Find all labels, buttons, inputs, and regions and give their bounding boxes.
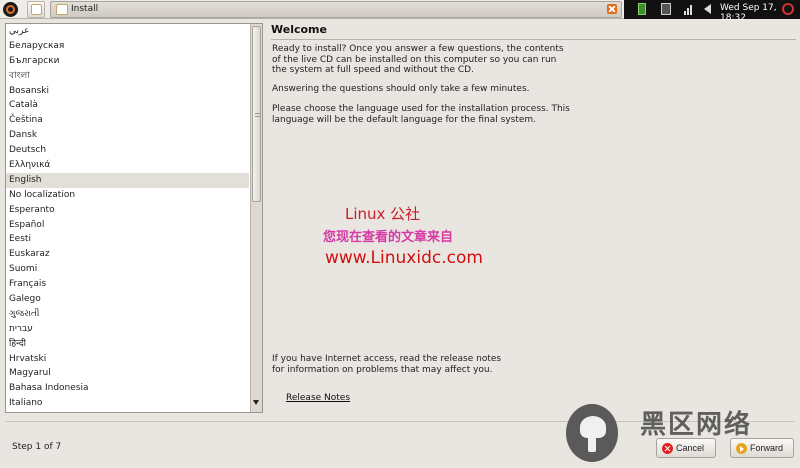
language-list-item[interactable]: ગુજરાતી	[6, 307, 249, 322]
power-icon[interactable]	[782, 3, 794, 15]
close-icon[interactable]	[607, 4, 617, 14]
title-divider	[271, 39, 796, 40]
expander-arrow-icon[interactable]	[253, 400, 259, 405]
step-indicator: Step 1 of 7	[12, 442, 62, 452]
language-list-item[interactable]: Esperanto	[6, 203, 249, 218]
language-list-item[interactable]: Български	[6, 54, 249, 69]
installer-icon	[31, 4, 42, 15]
window-title: Install	[71, 4, 99, 14]
language-list-item[interactable]: Беларуская	[6, 39, 249, 54]
language-list[interactable]: عربي Беларуская Български বাংলা Bosanski Cata…	[6, 24, 249, 412]
language-list-item[interactable]: বাংলা	[6, 69, 249, 84]
time-paragraph: Answering the questions should only take…	[272, 84, 530, 94]
language-list-item[interactable]: Bahasa Indonesia	[6, 381, 249, 396]
installer-icon	[56, 4, 68, 15]
language-list-panel: عربي Беларуская Български বাংলা Bosanski Cata…	[5, 23, 263, 413]
site-logo-icon	[566, 404, 618, 462]
language-list-item[interactable]: Deutsch	[6, 143, 249, 158]
language-list-item[interactable]: Français	[6, 277, 249, 292]
watermark-subtitle: 您现在查看的文章来自	[323, 230, 454, 245]
top-panel: Install Wed Sep 17, 18:32	[0, 0, 800, 23]
system-tray: Wed Sep 17, 18:32	[624, 0, 800, 23]
grip-icon	[255, 113, 260, 117]
language-list-item[interactable]: Galego	[6, 292, 249, 307]
welcome-content: Welcome Ready to install? Once you answe…	[271, 23, 796, 375]
language-list-item[interactable]: Magyarul	[6, 366, 249, 381]
language-list-item[interactable]: हिन्दी	[6, 337, 249, 352]
language-list-item[interactable]: Italiano	[6, 396, 249, 411]
language-list-item[interactable]: Euskaraz	[6, 247, 249, 262]
page-title: Welcome	[271, 23, 327, 36]
scrollbar-thumb[interactable]	[252, 26, 261, 202]
language-list-item[interactable]: Čeština	[6, 113, 249, 128]
forward-arrow-icon	[736, 443, 747, 454]
language-list-item[interactable]: No localization	[6, 188, 249, 203]
release-notes-paragraph: If you have Internet access, read the re…	[272, 354, 502, 375]
language-list-item[interactable]: Dansk	[6, 128, 249, 143]
forward-label: Forward	[750, 443, 784, 453]
battery-icon[interactable]	[638, 3, 646, 15]
language-paragraph: Please choose the language used for the …	[272, 104, 570, 125]
cancel-label: Cancel	[676, 443, 705, 453]
language-list-item[interactable]: Ελληνικά	[6, 158, 249, 173]
network-icon[interactable]	[661, 3, 671, 15]
forward-button[interactable]: Forward	[730, 438, 794, 458]
release-notes-link[interactable]: Release Notes	[286, 393, 350, 403]
language-list-item[interactable]: Español	[6, 218, 249, 233]
language-list-item[interactable]: Suomi	[6, 262, 249, 277]
ubuntu-logo-icon[interactable]	[3, 2, 18, 17]
site-brand-watermark: 黑区网络	[640, 410, 753, 440]
watermark-title: Linux 公社	[345, 205, 421, 223]
watermark-url: www.Linuxidc.com	[325, 248, 483, 268]
cancel-button[interactable]: Cancel	[656, 438, 716, 458]
volume-icon[interactable]	[704, 4, 711, 14]
language-list-item[interactable]: Bosanski	[6, 84, 249, 99]
language-list-item[interactable]: עברית	[6, 322, 249, 337]
language-list-item[interactable]: عربي	[6, 24, 249, 39]
language-list-item[interactable]: English	[6, 172, 249, 188]
language-list-item[interactable]: Català	[6, 98, 249, 113]
signal-icon[interactable]	[684, 3, 694, 15]
language-list-item[interactable]: Hrvatski	[6, 352, 249, 367]
cancel-icon	[662, 443, 673, 454]
language-scrollbar[interactable]	[250, 24, 262, 412]
launcher-button[interactable]	[27, 1, 45, 18]
language-list-item[interactable]: Eesti	[6, 232, 249, 247]
taskbar-window-button[interactable]: Install	[50, 1, 622, 18]
intro-paragraph: Ready to install? Once you answer a few …	[272, 44, 564, 75]
